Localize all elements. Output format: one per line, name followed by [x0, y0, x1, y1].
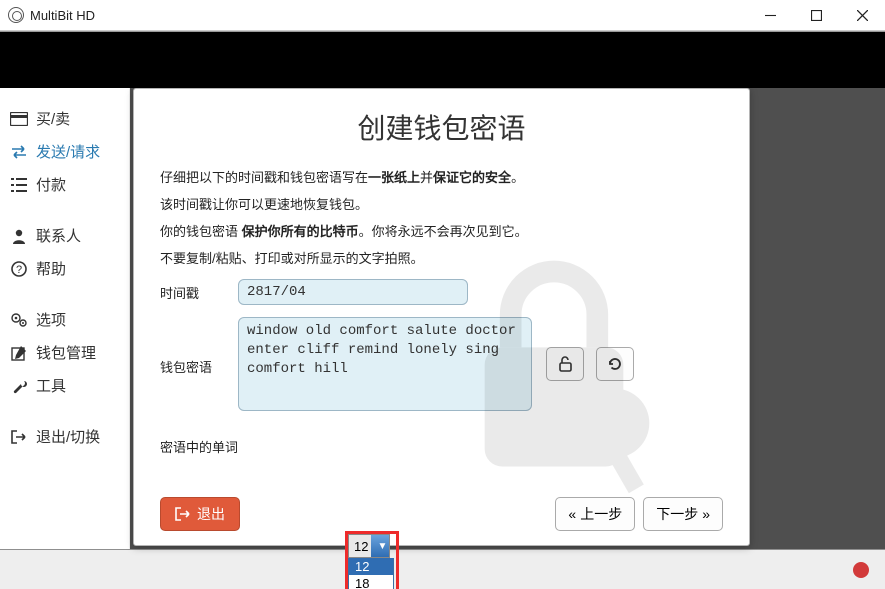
- exit-button-label: 退出: [197, 504, 225, 524]
- help-icon: ?: [10, 260, 28, 278]
- exit-icon: [175, 507, 191, 521]
- sidebar-item-send-request[interactable]: 发送/请求: [10, 135, 119, 168]
- exit-button[interactable]: 退出: [160, 497, 240, 531]
- sidebar-item-label: 选项: [36, 309, 66, 330]
- app-icon: [8, 7, 24, 23]
- sidebar-item-options[interactable]: 选项: [10, 303, 119, 336]
- sidebar-item-label: 联系人: [36, 225, 81, 246]
- refresh-icon: [606, 355, 624, 373]
- person-icon: [10, 227, 28, 245]
- next-step-button[interactable]: 下一步 »: [643, 497, 723, 531]
- dropdown-option[interactable]: 12: [349, 558, 393, 575]
- gears-icon: [10, 311, 28, 329]
- chevrons-right-icon: »: [702, 506, 710, 522]
- sidebar-item-tools[interactable]: 工具: [10, 369, 119, 402]
- maximize-button[interactable]: [793, 0, 839, 31]
- sidebar-item-exit-switch[interactable]: 退出/切换: [10, 420, 119, 453]
- sidebar-item-payments[interactable]: 付款: [10, 168, 119, 201]
- header-band: [0, 31, 885, 88]
- dialog-paragraph-3: 你的钱包密语 保护你所有的比特币。你将永远不会再次见到它。: [160, 221, 723, 240]
- phrase-label: 钱包密语: [160, 353, 238, 376]
- dialog-paragraph-1: 仔细把以下的时间戳和钱包密语写在一张纸上并保证它的安全。: [160, 167, 723, 186]
- phrase-row: 钱包密语 window old comfort salute doctor en…: [160, 317, 723, 411]
- wordcount-label: 密语中的单词: [160, 433, 238, 456]
- next-button-label: 下一步: [656, 504, 698, 524]
- svg-text:?: ?: [16, 264, 22, 276]
- dropdown-selected-value: 12: [349, 539, 368, 554]
- card-icon: [10, 110, 28, 128]
- sidebar-item-label: 帮助: [36, 258, 66, 279]
- status-bar: [0, 549, 885, 589]
- minimize-button[interactable]: [747, 0, 793, 31]
- sidebar-item-label: 买/卖: [36, 108, 70, 129]
- sidebar-item-wallet-manage[interactable]: 钱包管理: [10, 336, 119, 369]
- dialog-paragraph-4: 不要复制/粘贴、打印或对所显示的文字拍照。: [160, 248, 723, 267]
- content-backdrop: 创建钱包密语 仔细把以下的时间戳和钱包密语写在一张纸上并保证它的安全。 该时间戳…: [130, 88, 885, 549]
- list-icon: [10, 176, 28, 194]
- transfer-icon: [10, 143, 28, 161]
- window-buttons: [747, 0, 885, 31]
- dropdown-selected[interactable]: 12 ▼: [348, 534, 390, 558]
- dropdown-list: 12 18 24: [348, 558, 394, 589]
- prev-step-button[interactable]: « 上一步: [555, 497, 635, 531]
- sidebar-item-label: 退出/切换: [36, 426, 100, 447]
- dialog-paragraph-2: 该时间戳让你可以更速地恢复钱包。: [160, 194, 723, 213]
- timestamp-field[interactable]: 2817/04: [238, 279, 468, 305]
- wrench-icon: [10, 377, 28, 395]
- refresh-button[interactable]: [596, 347, 634, 381]
- window-title: MultiBit HD: [30, 8, 95, 23]
- edit-icon: [10, 344, 28, 362]
- chevron-down-icon: ▼: [371, 535, 389, 557]
- phrase-field[interactable]: window old comfort salute doctor enter c…: [238, 317, 532, 411]
- wordcount-row: 密语中的单词: [160, 433, 723, 456]
- sidebar-item-buy-sell[interactable]: 买/卖: [10, 102, 119, 135]
- connection-status-indicator: [853, 562, 869, 578]
- dropdown-option[interactable]: 18: [349, 575, 393, 589]
- sidebar-item-label: 发送/请求: [36, 141, 100, 162]
- prev-button-label: 上一步: [580, 504, 622, 524]
- sidebar-item-label: 钱包管理: [36, 342, 96, 363]
- sidebar-item-label: 付款: [36, 174, 66, 195]
- dialog-title: 创建钱包密语: [160, 107, 723, 147]
- sidebar-item-label: 工具: [36, 375, 66, 396]
- timestamp-row: 时间戳 2817/04: [160, 279, 723, 305]
- sidebar: 买/卖 发送/请求 付款 联系人 ? 帮助 选项 钱包管理: [0, 88, 130, 549]
- wordcount-dropdown[interactable]: 12 ▼ 12 18 24: [348, 534, 394, 589]
- chevrons-left-icon: «: [568, 506, 576, 522]
- sidebar-item-help[interactable]: ? 帮助: [10, 252, 119, 285]
- close-button[interactable]: [839, 0, 885, 31]
- exit-icon: [10, 428, 28, 446]
- unlock-button[interactable]: [546, 347, 584, 381]
- wizard-dialog: 创建钱包密语 仔细把以下的时间戳和钱包密语写在一张纸上并保证它的安全。 该时间戳…: [133, 88, 750, 546]
- sidebar-item-contacts[interactable]: 联系人: [10, 219, 119, 252]
- timestamp-label: 时间戳: [160, 279, 238, 302]
- lock-open-icon: [556, 355, 574, 373]
- title-bar: MultiBit HD: [0, 0, 885, 31]
